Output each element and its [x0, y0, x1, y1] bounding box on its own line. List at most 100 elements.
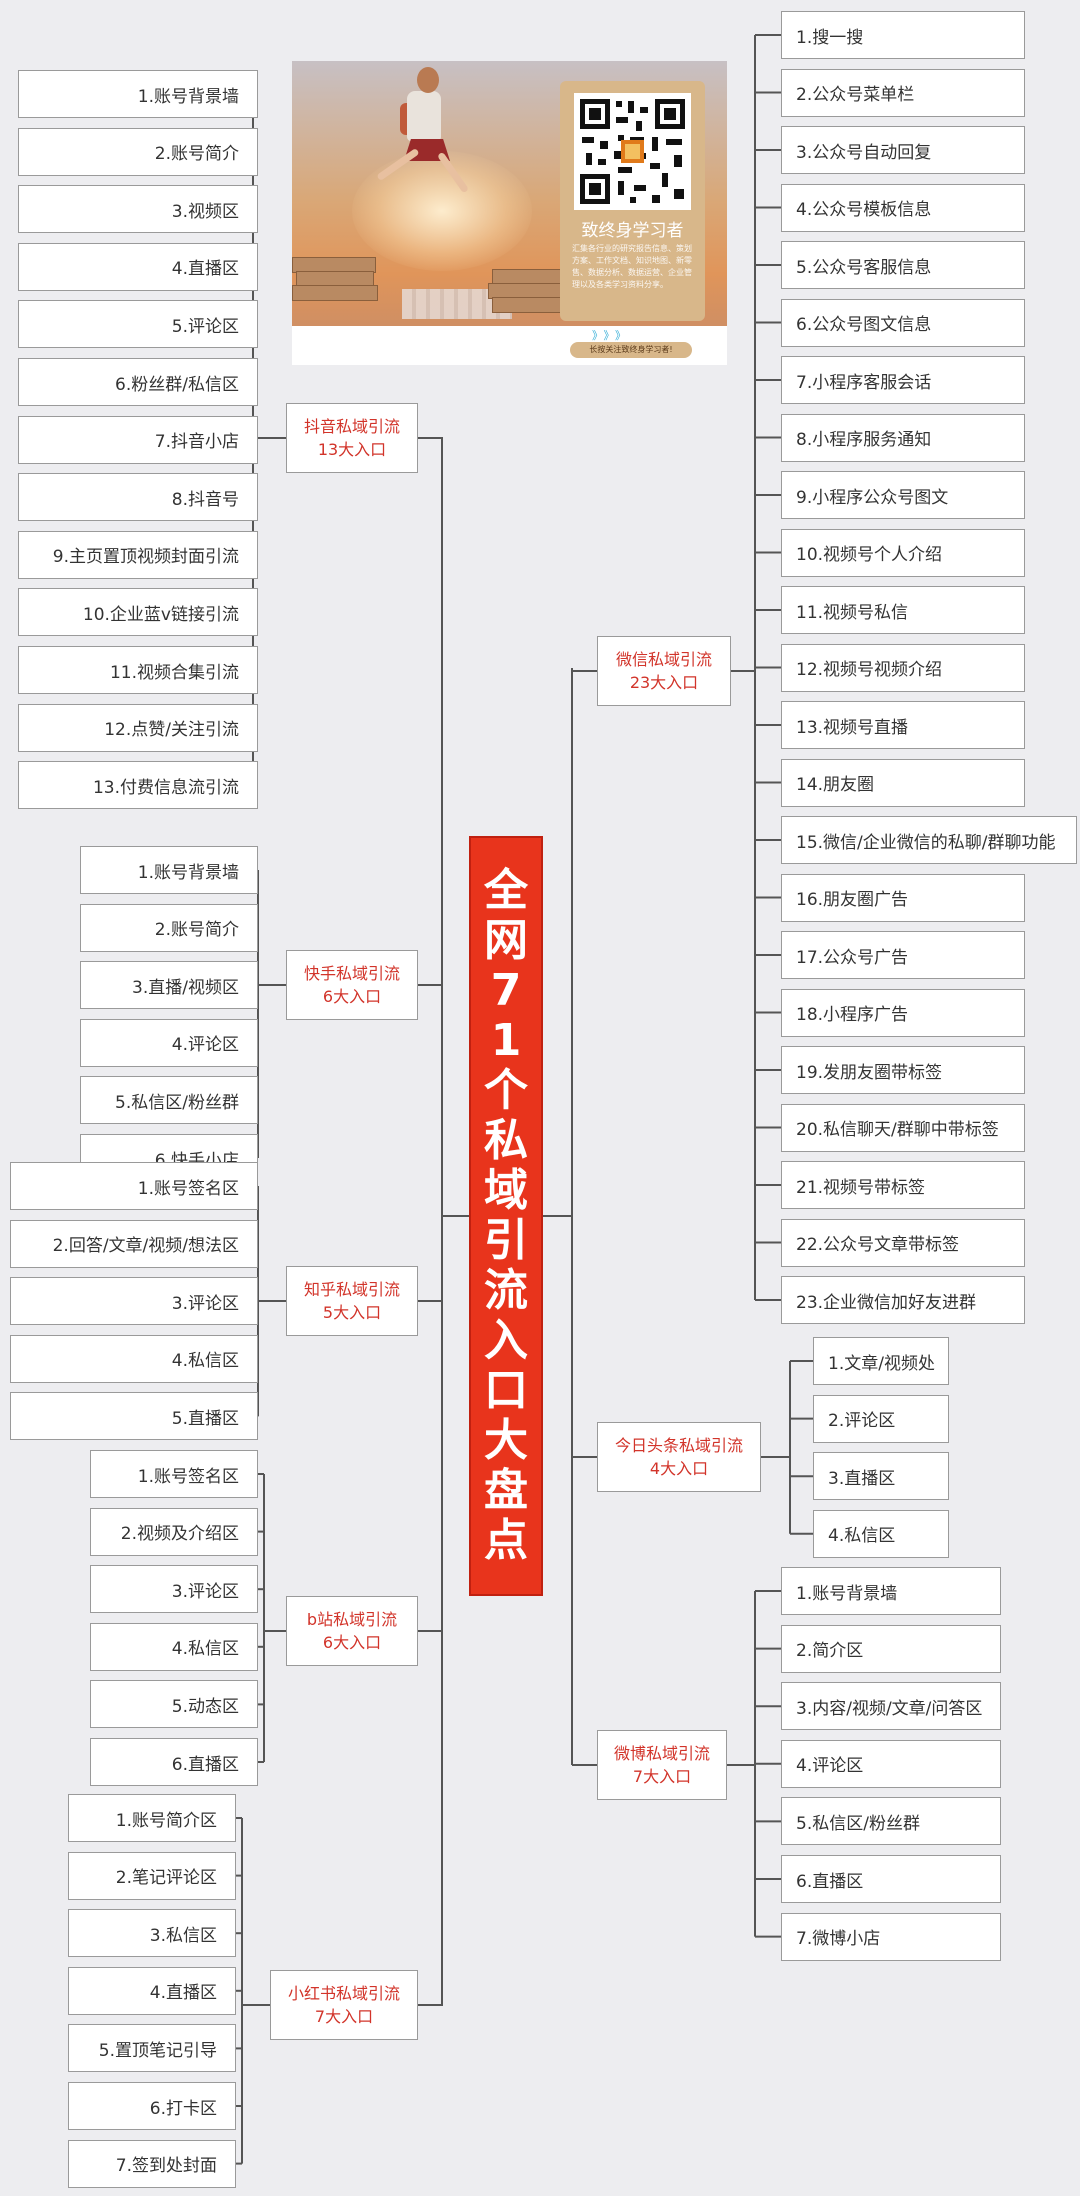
douyin-entry-item[interactable]: 2.账号简介 [18, 127, 258, 176]
kuaishou-entry-item[interactable]: 1.账号背景墙 [80, 846, 258, 894]
wechat-entry-item[interactable]: 23.企业微信加好友进群 [781, 1276, 1025, 1324]
wechat-entry-item[interactable]: 7.小程序客服会话 [781, 356, 1025, 404]
kuaishou-entry-item[interactable]: 4.评论区 [80, 1018, 258, 1067]
douyin-entry-item[interactable]: 11.视频合集引流 [18, 646, 258, 694]
runner-head [417, 67, 439, 93]
bilibili-entry-item[interactable]: 1.账号签名区 [90, 1450, 258, 1498]
wechat-entry-item[interactable]: 15.微信/企业微信的私聊/群聊功能 [781, 816, 1077, 864]
zhihu-entry-item[interactable]: 2.回答/文章/视频/想法区 [10, 1219, 258, 1268]
zhihu-entry-item[interactable]: 3.评论区 [10, 1277, 258, 1326]
douyin-entry-item[interactable]: 8.抖音号 [18, 473, 258, 522]
branch-subtitle: 6大入口 [322, 1633, 382, 1652]
wechat-entry-item[interactable]: 20.私信聊天/群聊中带标签 [781, 1103, 1025, 1152]
wechat-entry-item[interactable]: 21.视频号带标签 [781, 1161, 1025, 1209]
branch-title: 微博私域引流 [613, 1744, 710, 1763]
wechat-entry-item[interactable]: 14.朋友圈 [781, 758, 1025, 807]
douyin-entry-item[interactable]: 6.粉丝群/私信区 [18, 358, 258, 406]
mind-map: 致终身学习者 汇集各行业的研究报告信息、策划方案、工作文档、知识地图、新零售、数… [0, 0, 1080, 2196]
branch-douyin[interactable]: 抖音私域引流 13大入口 [286, 403, 418, 473]
book-stack-right [492, 297, 566, 313]
branch-title: 抖音私域引流 [303, 417, 400, 436]
bilibili-entry-item[interactable]: 6.直播区 [90, 1738, 258, 1786]
qr-card: 致终身学习者 汇集各行业的研究报告信息、策划方案、工作文档、知识地图、新零售、数… [560, 81, 705, 321]
douyin-entry-item[interactable]: 7.抖音小店 [18, 415, 258, 464]
zhihu-entry-item[interactable]: 5.直播区 [10, 1392, 258, 1441]
qr-code-icon[interactable] [574, 93, 691, 210]
branch-title: 微信私域引流 [615, 650, 712, 669]
wechat-entry-item[interactable]: 16.朋友圈广告 [781, 873, 1025, 922]
kuaishou-entry-item[interactable]: 5.私信区/粉丝群 [80, 1076, 258, 1125]
xiaohongshu-entry-item[interactable]: 5.置顶笔记引导 [68, 2024, 236, 2073]
branch-title: 快手私域引流 [303, 964, 400, 983]
kuaishou-entry-item[interactable]: 3.直播/视频区 [80, 961, 258, 1010]
wechat-entry-item[interactable]: 11.视频号私信 [781, 586, 1025, 634]
douyin-entry-item[interactable]: 13.付费信息流引流 [18, 761, 258, 810]
weibo-entry-item[interactable]: 2.简介区 [781, 1624, 1001, 1673]
branch-title: b站私域引流 [306, 1610, 398, 1629]
branch-title: 今日头条私域引流 [614, 1436, 743, 1455]
branch-weibo[interactable]: 微博私域引流 7大入口 [597, 1730, 727, 1800]
bilibili-entry-item[interactable]: 2.视频及介绍区 [90, 1507, 258, 1556]
weibo-entry-item[interactable]: 6.直播区 [781, 1855, 1001, 1903]
wechat-entry-item[interactable]: 18.小程序广告 [781, 988, 1025, 1037]
douyin-entry-item[interactable]: 12.点赞/关注引流 [18, 703, 258, 752]
wechat-entry-item[interactable]: 5.公众号客服信息 [781, 241, 1025, 289]
wechat-entry-item[interactable]: 6.公众号图文信息 [781, 298, 1025, 347]
douyin-entry-item[interactable]: 5.评论区 [18, 300, 258, 349]
bilibili-entry-item[interactable]: 3.评论区 [90, 1565, 258, 1614]
xiaohongshu-entry-item[interactable]: 7.签到处封面 [68, 2139, 236, 2188]
zhihu-entry-item[interactable]: 4.私信区 [10, 1334, 258, 1383]
branch-subtitle: 4大入口 [649, 1459, 709, 1478]
branch-bilibili[interactable]: b站私域引流 6大入口 [286, 1596, 418, 1666]
xiaohongshu-entry-item[interactable]: 4.直播区 [68, 1966, 236, 2015]
branch-title: 知乎私域引流 [303, 1280, 400, 1299]
bilibili-entry-item[interactable]: 4.私信区 [90, 1622, 258, 1671]
qr-card-title: 致终身学习者 [581, 221, 684, 241]
weibo-entry-item[interactable]: 5.私信区/粉丝群 [781, 1797, 1001, 1846]
wechat-entry-item[interactable]: 12.视频号视频介绍 [781, 643, 1025, 692]
toutiao-entry-item[interactable]: 4.私信区 [813, 1509, 949, 1558]
wechat-entry-item[interactable]: 13.视频号直播 [781, 701, 1025, 749]
branch-subtitle: 5大入口 [322, 1303, 382, 1322]
douyin-entry-item[interactable]: 1.账号背景墙 [18, 70, 258, 118]
bilibili-entry-item[interactable]: 5.动态区 [90, 1680, 258, 1729]
wechat-entry-item[interactable]: 4.公众号模板信息 [781, 183, 1025, 232]
douyin-entry-item[interactable]: 3.视频区 [18, 185, 258, 234]
branch-toutiao[interactable]: 今日头条私域引流 4大入口 [597, 1422, 761, 1492]
xiaohongshu-entry-item[interactable]: 3.私信区 [68, 1909, 236, 1958]
xiaohongshu-entry-item[interactable]: 6.打卡区 [68, 2082, 236, 2130]
kuaishou-entry-item[interactable]: 2.账号简介 [80, 903, 258, 952]
branch-zhihu[interactable]: 知乎私域引流 5大入口 [286, 1266, 418, 1336]
zhihu-entry-item[interactable]: 1.账号签名区 [10, 1162, 258, 1210]
toutiao-entry-item[interactable]: 2.评论区 [813, 1394, 949, 1443]
wechat-entry-item[interactable]: 3.公众号自动回复 [781, 126, 1025, 174]
wechat-entry-item[interactable]: 17.公众号广告 [781, 931, 1025, 979]
weibo-entry-item[interactable]: 4.评论区 [781, 1739, 1001, 1788]
wechat-entry-item[interactable]: 1.搜一搜 [781, 11, 1025, 59]
branch-subtitle: 6大入口 [322, 987, 382, 1006]
branch-wechat[interactable]: 微信私域引流 23大入口 [597, 636, 731, 706]
douyin-entry-item[interactable]: 10.企业蓝v链接引流 [18, 588, 258, 637]
central-title: 全网71个私域引流入口大盘点 [469, 836, 543, 1596]
wechat-entry-item[interactable]: 8.小程序服务通知 [781, 413, 1025, 462]
toutiao-entry-item[interactable]: 1.文章/视频处 [813, 1337, 949, 1385]
douyin-entry-item[interactable]: 9.主页置顶视频封面引流 [18, 530, 258, 579]
douyin-entry-item[interactable]: 4.直播区 [18, 242, 258, 291]
branch-subtitle: 23大入口 [629, 673, 699, 692]
toutiao-entry-item[interactable]: 3.直播区 [813, 1452, 949, 1501]
xiaohongshu-entry-item[interactable]: 2.笔记评论区 [68, 1851, 236, 1900]
promo-banner[interactable]: 致终身学习者 汇集各行业的研究报告信息、策划方案、工作文档、知识地图、新零售、数… [292, 61, 727, 365]
follow-button[interactable]: 长按关注致终身学习者! [570, 342, 692, 358]
branch-xiaohongshu[interactable]: 小红书私域引流 7大入口 [270, 1970, 418, 2040]
weibo-entry-item[interactable]: 3.内容/视频/文章/问答区 [781, 1682, 1001, 1731]
wechat-entry-item[interactable]: 19.发朋友圈带标签 [781, 1046, 1025, 1094]
weibo-entry-item[interactable]: 1.账号背景墙 [781, 1567, 1001, 1615]
weibo-entry-item[interactable]: 7.微博小店 [781, 1912, 1001, 1961]
wechat-entry-item[interactable]: 10.视频号个人介绍 [781, 528, 1025, 577]
wechat-entry-item[interactable]: 22.公众号文章带标签 [781, 1218, 1025, 1267]
xiaohongshu-entry-item[interactable]: 1.账号简介区 [68, 1794, 236, 1842]
wechat-entry-item[interactable]: 2.公众号菜单栏 [781, 68, 1025, 117]
branch-kuaishou[interactable]: 快手私域引流 6大入口 [286, 950, 418, 1020]
qr-card-description: 汇集各行业的研究报告信息、策划方案、工作文档、知识地图、新零售、数据分析、数据运… [572, 244, 692, 289]
wechat-entry-item[interactable]: 9.小程序公众号图文 [781, 471, 1025, 519]
